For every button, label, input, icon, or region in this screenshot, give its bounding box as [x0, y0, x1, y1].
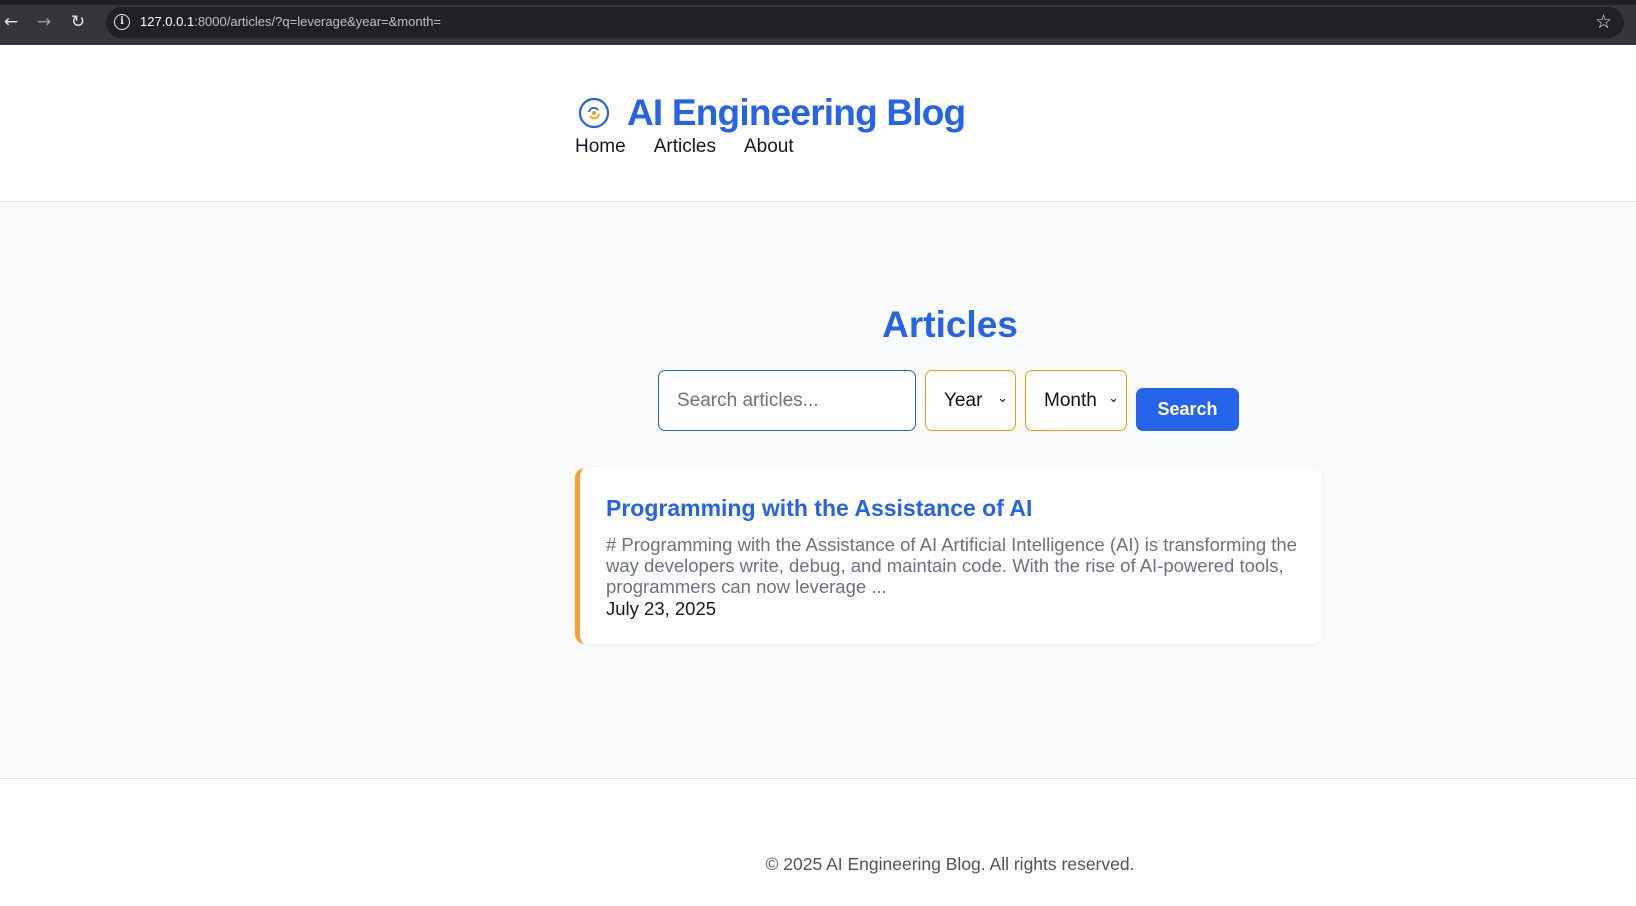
month-select-value: Month [1044, 389, 1097, 411]
year-select[interactable]: Year ⌄ [925, 370, 1016, 431]
forward-arrow-icon[interactable]: → [33, 11, 55, 33]
url-path: :8000/articles/?q=leverage&year=&month= [194, 14, 442, 29]
page-title: Articles [882, 304, 1018, 345]
month-select[interactable]: Month ⌄ [1025, 370, 1127, 431]
chevron-down-icon: ⌄ [1108, 391, 1119, 406]
url-host: 127.0.0.1 [140, 14, 195, 29]
chevron-down-icon: ⌄ [997, 391, 1008, 406]
article-date: July 23, 2025 [606, 598, 717, 619]
article-title-link[interactable]: Programming with the Assistance of AI [606, 495, 1032, 522]
article-excerpt: # Programming with the Assistance of AI … [606, 534, 1297, 597]
url-text[interactable]: 127.0.0.1:8000/articles/?q=leverage&year… [140, 14, 441, 29]
tab-strip [0, 0, 1636, 5]
back-arrow-icon[interactable]: ← [0, 11, 22, 33]
main-nav: Home Articles About [575, 136, 822, 158]
site-info-icon[interactable]: i [114, 14, 130, 30]
search-input[interactable] [658, 370, 916, 431]
main-content: Articles Year ⌄ Month ⌄ Search Programmi… [0, 202, 1636, 779]
nav-articles-link[interactable]: Articles [654, 136, 716, 158]
address-bar[interactable]: i 127.0.0.1:8000/articles/?q=leverage&ye… [106, 7, 1624, 38]
reload-icon[interactable]: ↻ [67, 11, 89, 33]
search-button[interactable]: Search [1136, 388, 1239, 431]
nav-about-link[interactable]: About [744, 136, 794, 158]
bookmark-star-icon[interactable]: ☆ [1595, 11, 1612, 33]
site-header: AI Engineering Blog Home Articles About [0, 45, 1636, 202]
logo-icon [578, 97, 610, 129]
brand[interactable]: AI Engineering Blog [578, 91, 966, 135]
year-select-value: Year [944, 389, 983, 411]
browser-toolbar: ← → ↻ i 127.0.0.1:8000/articles/?q=lever… [0, 0, 1636, 45]
footer-copyright: © 2025 AI Engineering Blog. All rights r… [765, 854, 1135, 874]
nav-home-link[interactable]: Home [575, 136, 626, 158]
article-card: Programming with the Assistance of AI # … [575, 468, 1322, 644]
site-title[interactable]: AI Engineering Blog [627, 91, 966, 135]
